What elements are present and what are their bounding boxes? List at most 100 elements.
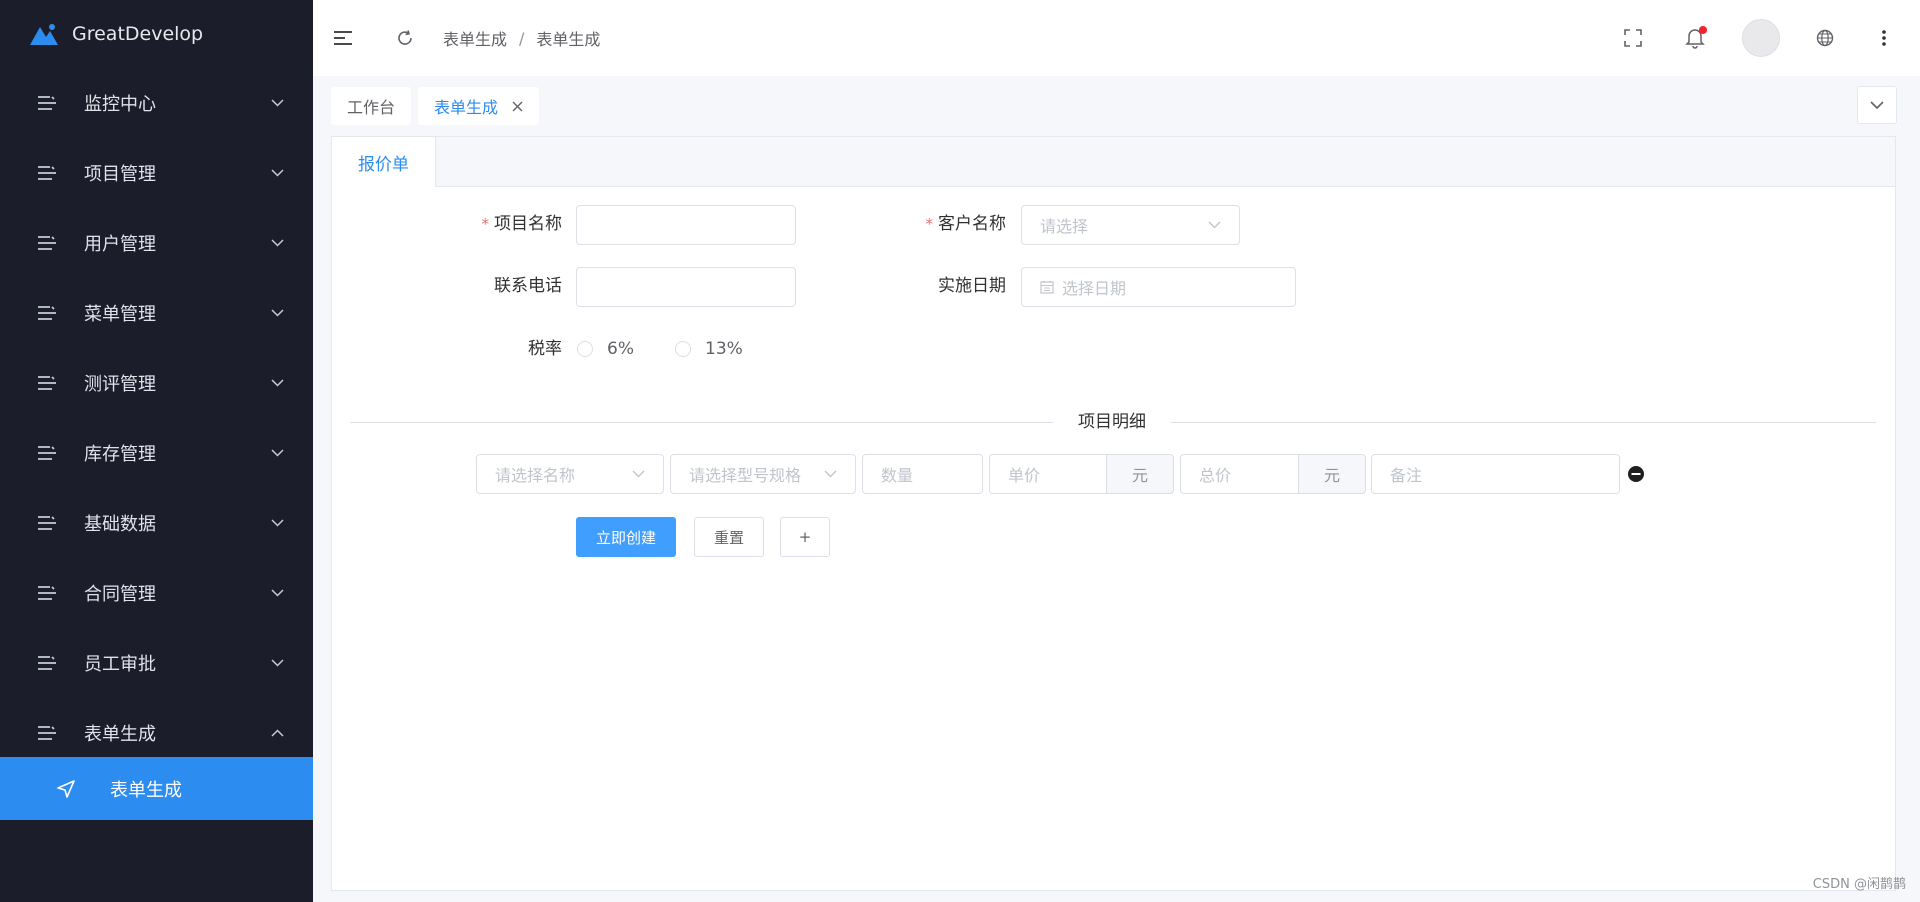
customer-name-select[interactable]: 请选择 <box>1021 205 1240 245</box>
sidebar-item[interactable]: 测评管理 <box>0 348 313 418</box>
hamburger-icon[interactable] <box>333 28 353 48</box>
item-price-placeholder: 单价 <box>1008 466 1041 485</box>
avatar[interactable] <box>1742 19 1780 57</box>
required-mark: * <box>481 215 490 233</box>
radio-circle <box>577 341 593 357</box>
more-icon[interactable] <box>1874 27 1894 49</box>
project-name-label: * 项目名称 <box>481 214 563 234</box>
breadcrumb-item-current: 表单生成 <box>536 30 601 49</box>
radio-label: 13% <box>705 339 743 359</box>
sidebar-item[interactable]: 基础数据 <box>0 488 313 558</box>
chevron-down-icon <box>824 470 837 478</box>
item-total-placeholder: 总价 <box>1199 466 1232 485</box>
required-mark: * <box>925 215 934 233</box>
sidebar-item-label: 合同管理 <box>84 584 156 605</box>
chevron-down-icon <box>271 376 285 390</box>
menu-icon <box>38 585 56 601</box>
logo[interactable]: GreatDevelop <box>0 0 313 68</box>
sidebar-subitem-label: 表单生成 <box>110 779 182 801</box>
item-remark-placeholder: 备注 <box>1390 466 1423 485</box>
date-placeholder: 选择日期 <box>1062 279 1127 298</box>
phone-input[interactable] <box>576 267 796 307</box>
reset-button[interactable]: 重置 <box>694 517 764 557</box>
menu-icon <box>38 655 56 671</box>
bell-icon[interactable] <box>1682 25 1708 51</box>
app-name: GreatDevelop <box>72 23 204 45</box>
breadcrumb-separator: / <box>519 28 525 48</box>
remove-row-icon[interactable] <box>1627 465 1645 483</box>
sidebar-item[interactable]: 库存管理 <box>0 418 313 488</box>
tax-radio-13[interactable]: 13% <box>675 329 743 369</box>
chevron-down-icon <box>632 470 645 478</box>
sidebar-item-label: 监控中心 <box>84 94 156 115</box>
item-model-select[interactable]: 请选择型号规格 <box>670 454 856 494</box>
sidebar-item[interactable]: 合同管理 <box>0 558 313 628</box>
tax-label: 税率 <box>528 339 562 359</box>
logo-icon <box>30 22 58 46</box>
menu-icon <box>38 165 56 181</box>
watermark: CSDN @闲鹊鹊 <box>1812 877 1906 892</box>
menu-icon <box>38 515 56 531</box>
customer-name-label: * 客户名称 <box>925 214 1007 234</box>
item-price-group: 单价 元 <box>989 454 1174 494</box>
tab-quote[interactable]: 报价单 <box>332 137 436 187</box>
project-name-input[interactable] <box>576 205 796 245</box>
sidebar-item-label: 基础数据 <box>84 514 156 535</box>
sidebar-item[interactable]: 员工审批 <box>0 628 313 698</box>
menu-icon <box>38 235 56 251</box>
globe-icon[interactable] <box>1814 27 1836 49</box>
chevron-down-icon <box>271 166 285 180</box>
chevron-down-icon <box>271 306 285 320</box>
item-total-input[interactable]: 总价 <box>1180 454 1298 494</box>
item-name-select[interactable]: 请选择名称 <box>476 454 664 494</box>
chevron-down-icon <box>271 96 285 110</box>
sidebar-item-label: 用户管理 <box>84 234 156 255</box>
refresh-icon[interactable] <box>395 28 415 48</box>
date-picker[interactable]: 选择日期 <box>1021 267 1296 307</box>
sidebar-item[interactable]: 项目管理 <box>0 138 313 208</box>
breadcrumb-item[interactable]: 表单生成 <box>443 26 507 50</box>
sidebar-item-label: 表单生成 <box>84 724 156 745</box>
submit-button[interactable]: 立即创建 <box>576 517 676 557</box>
fullscreen-icon[interactable] <box>1622 27 1644 49</box>
sidebar-item[interactable]: 用户管理 <box>0 208 313 278</box>
tab-form-generate[interactable]: 表单生成 <box>418 87 540 125</box>
chevron-down-icon <box>271 516 285 530</box>
item-qty-placeholder: 数量 <box>881 466 914 485</box>
tab-label: 表单生成 <box>434 98 499 117</box>
customer-name-placeholder: 请选择 <box>1040 217 1089 236</box>
close-icon[interactable] <box>512 101 523 112</box>
add-row-button[interactable]: + <box>780 517 830 557</box>
sidebar-item-label: 员工审批 <box>84 654 156 675</box>
radio-label: 6% <box>607 339 634 359</box>
header-actions <box>1622 0 1920 76</box>
sidebar-item[interactable]: 菜单管理 <box>0 278 313 348</box>
sidebar-item[interactable]: 监控中心 <box>0 68 313 138</box>
menu-icon <box>38 95 56 111</box>
chevron-up-icon <box>271 726 285 740</box>
calendar-icon <box>1040 280 1054 294</box>
tab-workbench[interactable]: 工作台 <box>331 87 412 125</box>
sidebar-item-label: 库存管理 <box>84 444 156 465</box>
menu-icon <box>38 375 56 391</box>
item-price-input[interactable]: 单价 <box>989 454 1106 494</box>
navigation-icon <box>56 779 76 799</box>
sidebar-item-label: 项目管理 <box>84 164 156 185</box>
phone-label: 联系电话 <box>494 276 562 296</box>
menu-icon <box>38 305 56 321</box>
item-name-placeholder: 请选择名称 <box>495 466 576 485</box>
tabs-dropdown-button[interactable] <box>1857 86 1897 124</box>
item-total-group: 总价 元 <box>1180 454 1366 494</box>
sidebar-item-label: 测评管理 <box>84 374 156 395</box>
card-tabs: 报价单 <box>332 137 1895 187</box>
chevron-down-icon <box>271 236 285 250</box>
tab-label: 工作台 <box>347 98 396 117</box>
item-remark-input[interactable]: 备注 <box>1371 454 1620 494</box>
date-label: 实施日期 <box>938 276 1006 296</box>
chevron-down-icon <box>1208 221 1221 229</box>
tax-radio-6[interactable]: 6% <box>577 329 634 369</box>
chevron-down-icon <box>271 656 285 670</box>
item-qty-input[interactable]: 数量 <box>862 454 983 494</box>
sidebar-subitem-form-generate[interactable]: 表单生成 <box>0 757 313 820</box>
radio-circle <box>675 341 691 357</box>
